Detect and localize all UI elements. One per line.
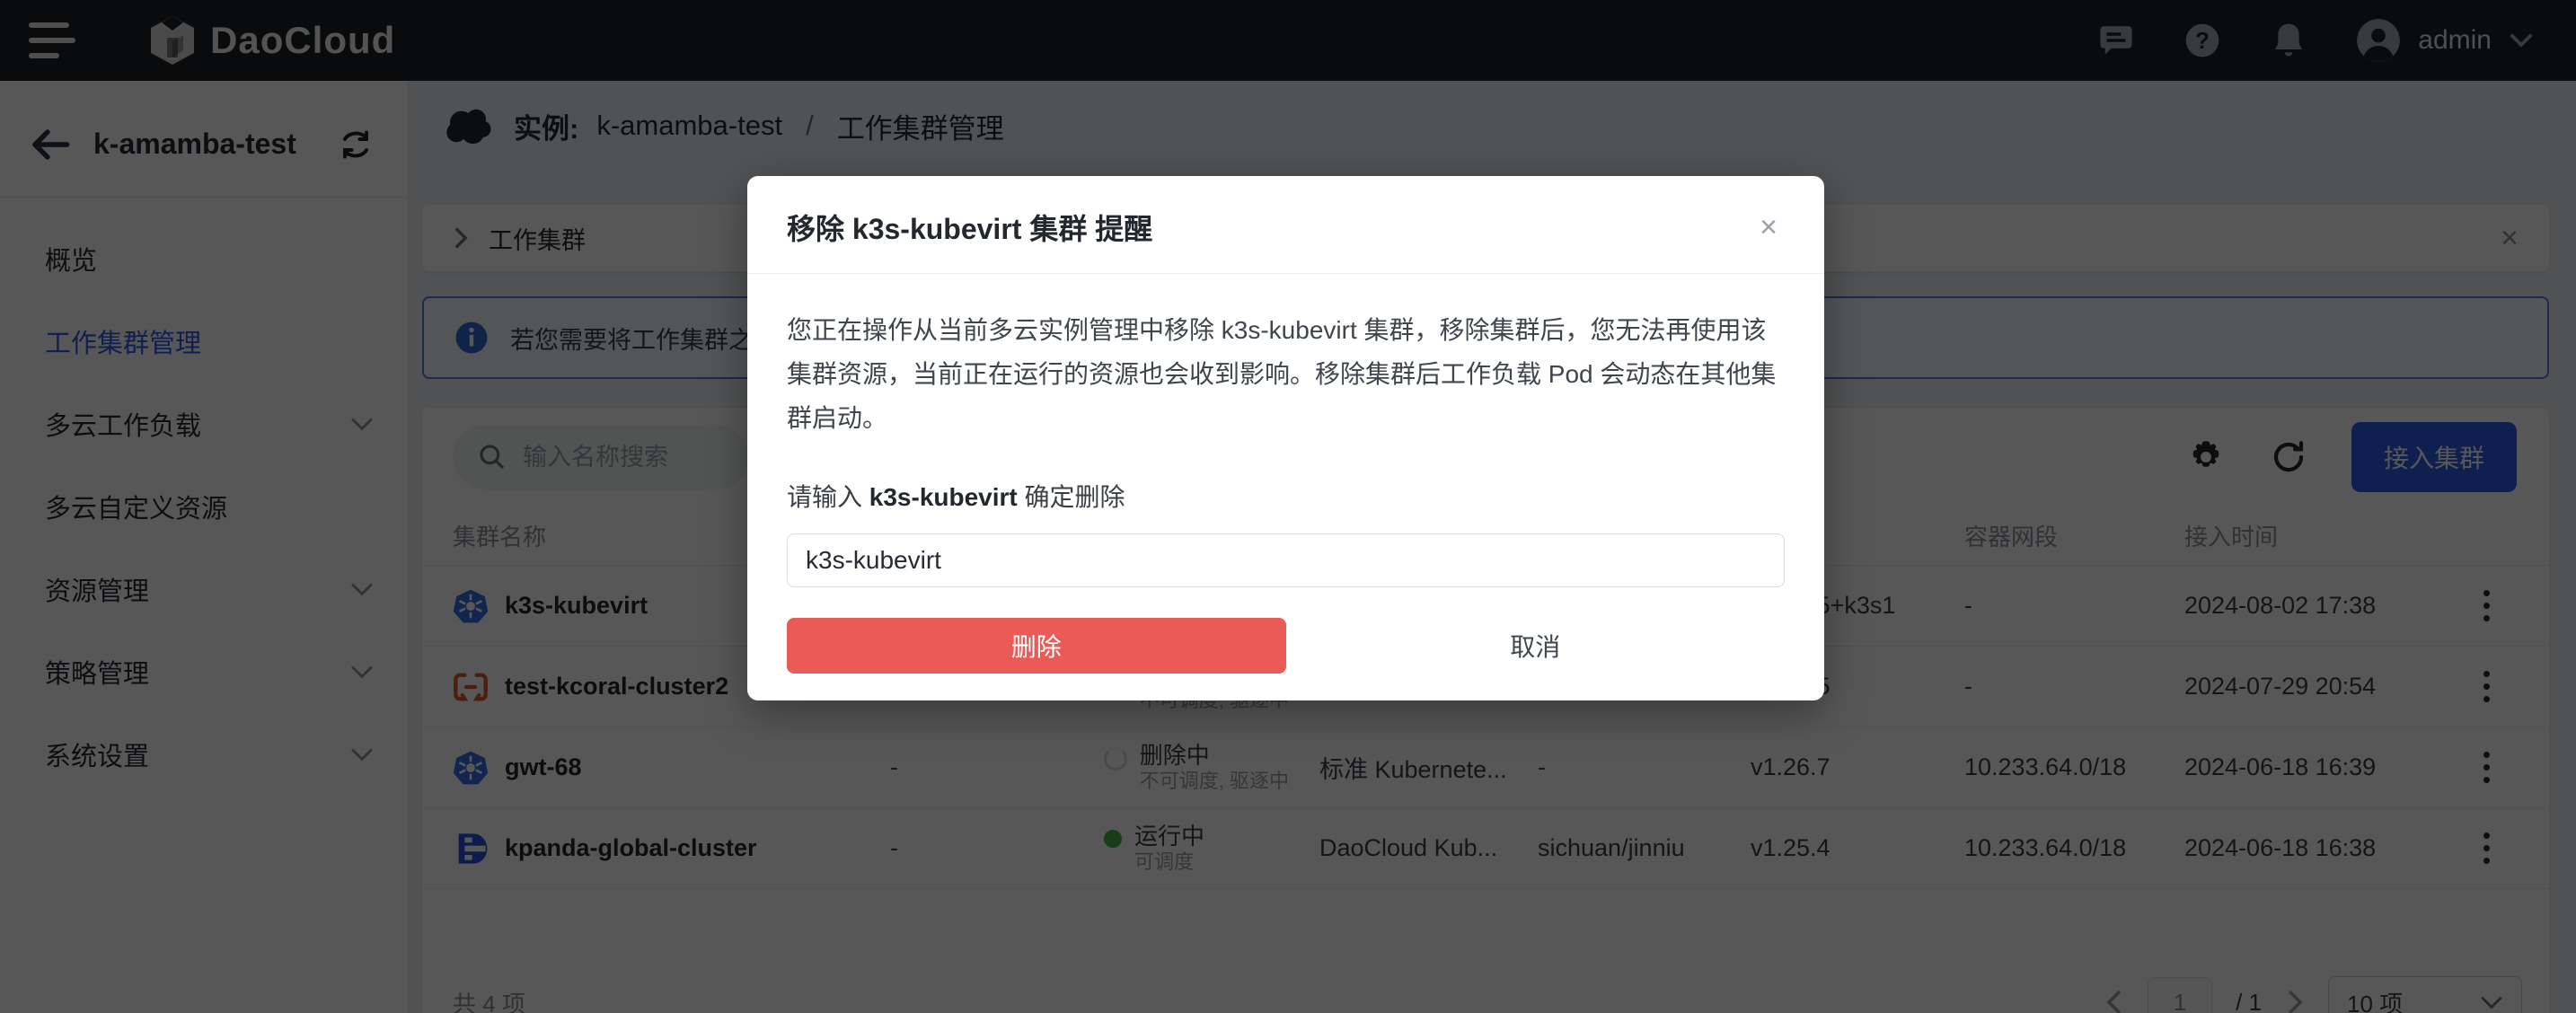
remove-cluster-modal: 移除 k3s-kubevirt 集群 提醒 × 您正在操作从当前多云实例管理中移…	[747, 176, 1824, 700]
delete-button[interactable]: 删除	[787, 618, 1286, 674]
confirm-cluster-name-input[interactable]	[787, 533, 1785, 587]
confirm-input-label: 请输入 k3s-kubevirt 确定删除	[787, 483, 1125, 511]
close-icon[interactable]: ×	[1752, 208, 1785, 246]
modal-title: 移除 k3s-kubevirt 集群 提醒	[787, 213, 1153, 245]
cluster-name-emphasis: k3s-kubevirt	[869, 483, 1018, 511]
modal-warning-text: 您正在操作从当前多云实例管理中移除 k3s-kubevirt 集群，移除集群后，…	[787, 316, 1777, 432]
cancel-button[interactable]: 取消	[1286, 628, 1786, 664]
